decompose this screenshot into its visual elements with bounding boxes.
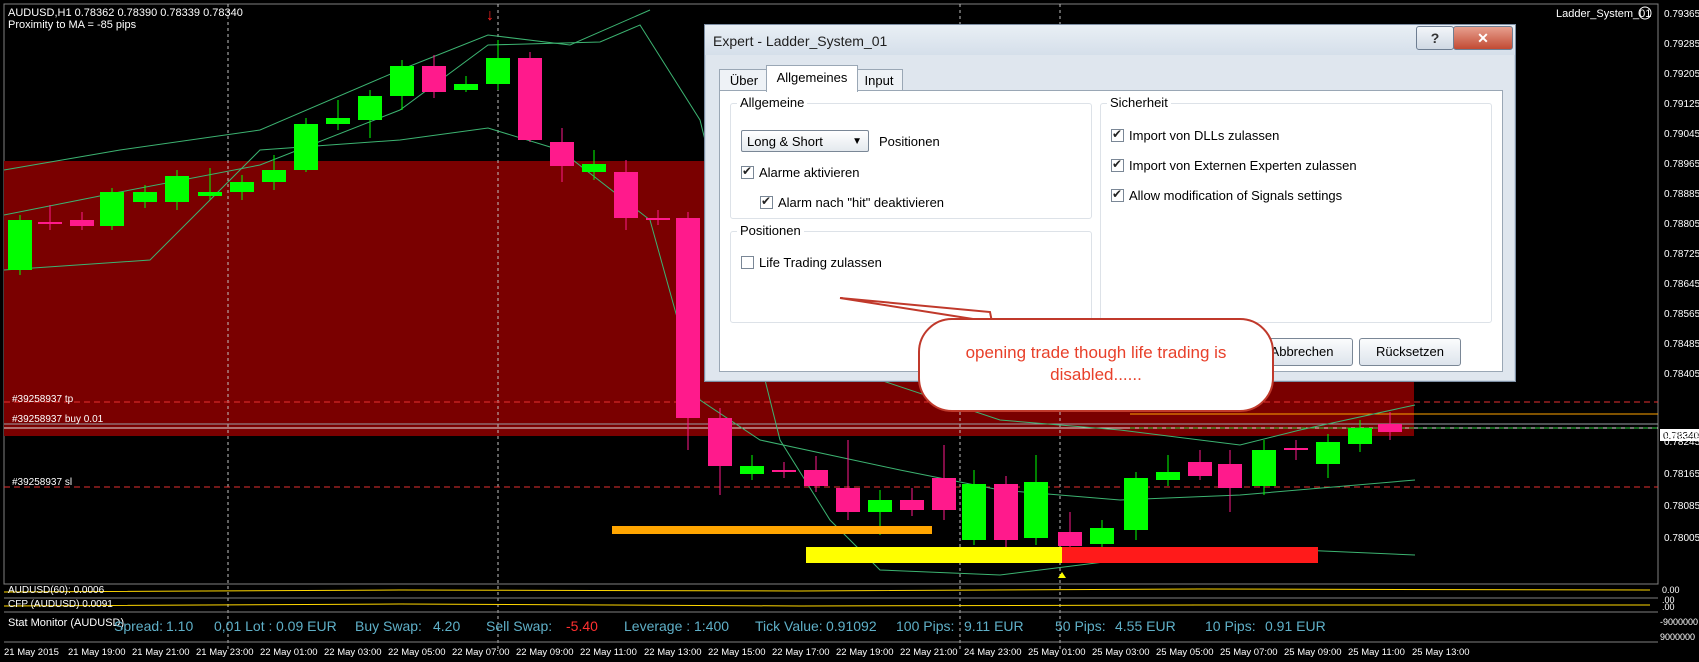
lot-label: 0,01 Lot : bbox=[214, 618, 273, 634]
pips10-value: 0.91 EUR bbox=[1265, 618, 1326, 634]
lot-value: 0.09 EUR bbox=[276, 618, 337, 634]
spread-label: Spread: bbox=[114, 618, 164, 634]
stat-monitor-label: Stat Monitor (AUDUSD) bbox=[8, 617, 125, 629]
sell-swap-value: -5.40 bbox=[566, 618, 598, 634]
leverage-value: 1:400 bbox=[694, 618, 730, 634]
pips50-label: 50 Pips: bbox=[1055, 618, 1106, 634]
buy-swap-label: Buy Swap: bbox=[355, 618, 422, 634]
tick-value: 0.91092 bbox=[826, 618, 877, 634]
buy-swap-value: 4.20 bbox=[433, 618, 461, 634]
pips100-label: 100 Pips: bbox=[896, 618, 955, 634]
pips100-value: 9.11 EUR bbox=[964, 618, 1024, 634]
pips10-label: 10 Pips: bbox=[1205, 618, 1256, 634]
callout-annotation: opening trade though life trading is dis… bbox=[918, 318, 1274, 412]
tick-value-label: Tick Value: bbox=[755, 618, 823, 634]
pips50-value: 4.55 EUR bbox=[1115, 618, 1176, 634]
callout-text: opening trade though life trading is dis… bbox=[965, 343, 1227, 384]
leverage-label: Leverage : bbox=[624, 618, 691, 634]
callout-arrow bbox=[839, 297, 994, 324]
stat-monitor: Stat Monitor (AUDUSD) Spread: 1.10 0,01 … bbox=[0, 616, 1650, 638]
sell-swap-label: Sell Swap: bbox=[486, 618, 553, 634]
tab-allgemeines[interactable]: Allgemeines bbox=[766, 65, 858, 92]
spread-value: 1.10 bbox=[166, 618, 194, 634]
